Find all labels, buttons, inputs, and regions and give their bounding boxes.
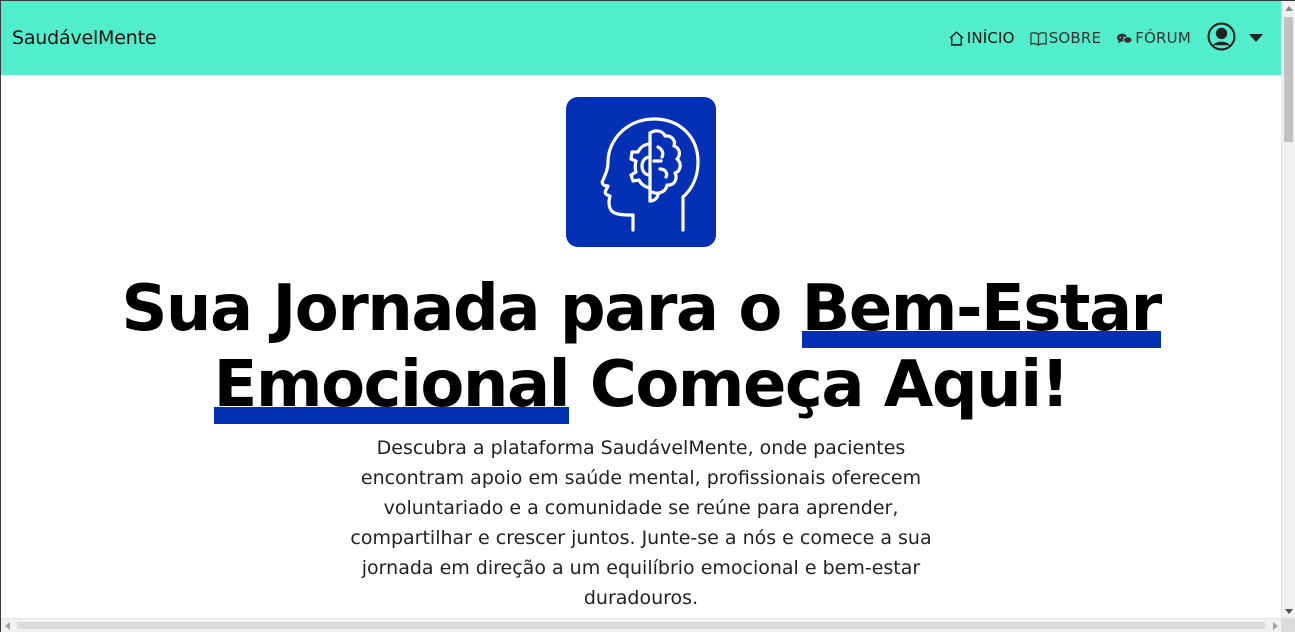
caret-down-icon xyxy=(1249,34,1263,42)
hero-title: Sua Jornada para o Bem-Estar Emocional Co… xyxy=(101,271,1181,424)
scrollbar-corner xyxy=(1281,618,1295,632)
brain-gear-head-icon xyxy=(600,117,700,232)
hero-logo xyxy=(566,97,716,247)
scroll-left-icon[interactable] xyxy=(5,622,10,630)
user-circle-icon xyxy=(1207,22,1236,55)
nav-link-label: FÓRUM xyxy=(1135,29,1191,47)
page-viewport: SaudávelMente INÍCIO SOBRE FÓRUM Sua Jor… xyxy=(0,0,1295,632)
hero-description: Descubra a plataforma SaudávelMente, ond… xyxy=(350,437,932,609)
brand-logo-text[interactable]: SaudávelMente xyxy=(12,27,157,49)
vertical-scrollbar[interactable] xyxy=(1281,1,1295,619)
book-icon xyxy=(1030,30,1047,47)
nav-links: INÍCIO SOBRE FÓRUM xyxy=(933,1,1271,75)
nav-link-sobre[interactable]: SOBRE xyxy=(1030,29,1102,47)
horizontal-scrollbar[interactable] xyxy=(1,618,1282,632)
top-navbar: SaudávelMente INÍCIO SOBRE FÓRUM xyxy=(1,1,1282,75)
nav-link-inicio[interactable]: INÍCIO xyxy=(948,29,1015,47)
hero-title-highlight-emocional: Emocional xyxy=(213,348,571,424)
scroll-right-icon[interactable] xyxy=(1273,622,1278,630)
scroll-down-icon[interactable] xyxy=(1285,609,1293,614)
scroll-up-icon[interactable] xyxy=(1285,6,1293,11)
hero-title-part1: Sua Jornada para o xyxy=(121,272,802,346)
nav-link-label: SOBRE xyxy=(1048,29,1102,47)
horizontal-scrollbar-thumb[interactable] xyxy=(17,622,1265,629)
user-dropdown-toggle[interactable] xyxy=(1207,22,1271,55)
hero-title-part2: Começa Aqui! xyxy=(569,348,1070,422)
home-icon xyxy=(948,30,965,47)
hero-title-highlight-bem-estar: Bem-Estar xyxy=(801,272,1162,348)
scrollbar-thumb[interactable] xyxy=(1284,17,1293,142)
nav-link-label: INÍCIO xyxy=(966,29,1015,47)
nav-link-forum[interactable]: FÓRUM xyxy=(1116,29,1191,47)
chat-icon xyxy=(1116,30,1133,47)
